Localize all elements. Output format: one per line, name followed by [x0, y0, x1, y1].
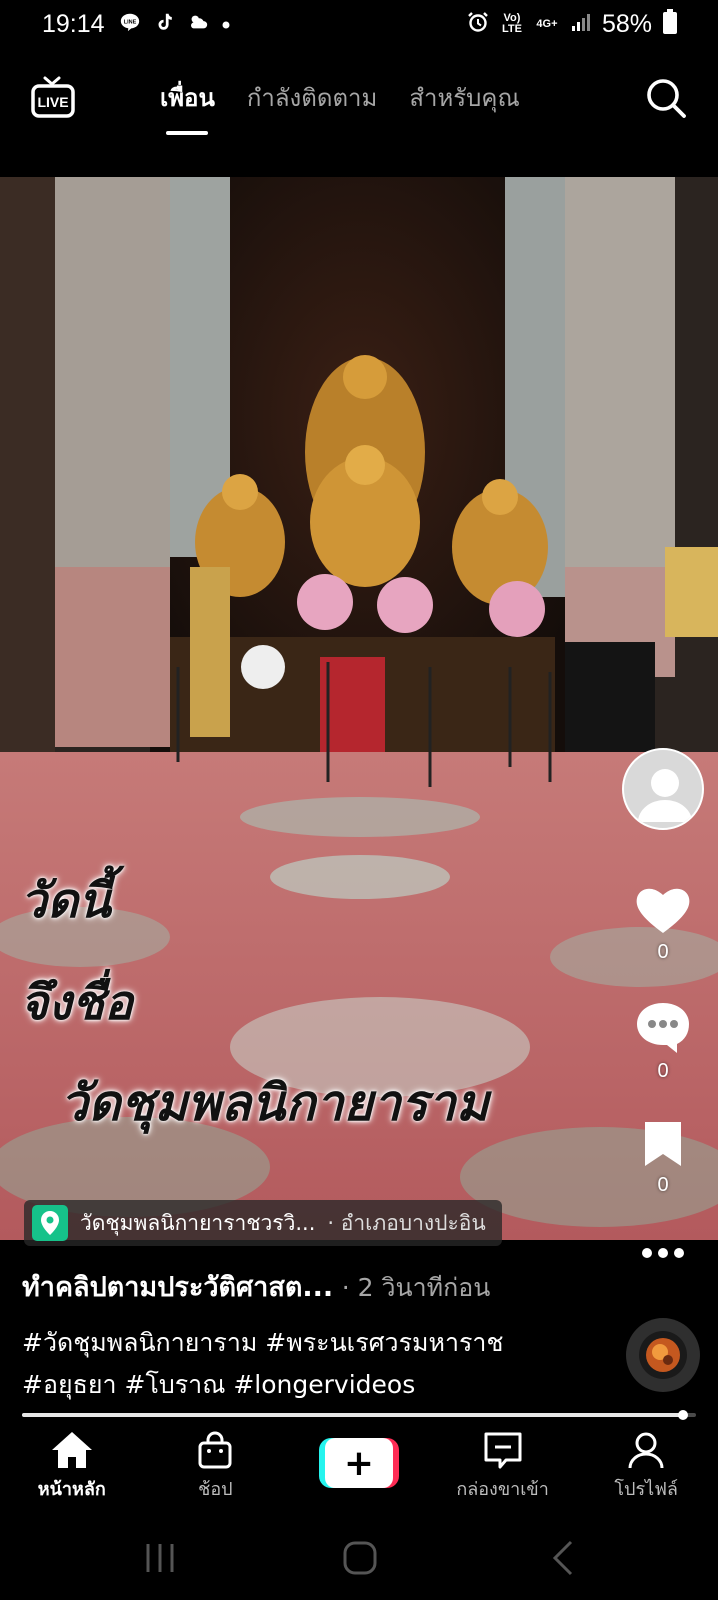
home-system-button[interactable] — [340, 1538, 380, 1578]
profile-icon — [628, 1432, 664, 1469]
caption-header: ทำคลิปตามประวัติศาสต... · 2 วินาทีก่อน — [22, 1265, 490, 1308]
tab-profile[interactable]: โปรไฟล์ — [574, 1420, 718, 1520]
like-count: 0 — [657, 941, 669, 963]
music-cover-icon — [639, 1331, 687, 1379]
creator-avatar[interactable] — [622, 748, 704, 830]
live-tv-icon: LIVE — [31, 76, 75, 118]
svg-text:LIVE: LIVE — [37, 94, 68, 110]
back-button[interactable] — [545, 1538, 585, 1578]
video-progress-bar[interactable] — [22, 1410, 696, 1420]
post-time: · 2 วินาทีก่อน — [341, 1273, 491, 1302]
more-options-button[interactable] — [638, 1238, 688, 1268]
system-nav-bar — [0, 1530, 718, 1590]
live-button[interactable]: LIVE — [30, 74, 76, 120]
inbox-icon — [484, 1432, 522, 1469]
overlay-line: จึงชื่อ — [20, 975, 133, 1031]
search-icon — [647, 79, 686, 118]
bookmark-button[interactable]: 0 — [622, 1120, 704, 1197]
location-pin-icon — [32, 1205, 68, 1241]
video-player[interactable]: วัดนี้ จึงชื่อ วัดชุมพลนิกายาราม — [0, 177, 718, 1240]
battery-percent: 58% — [601, 9, 652, 38]
location-district: · อำเภอบางปะอิน — [327, 1210, 486, 1235]
comment-icon — [637, 1003, 689, 1053]
location-tag[interactable]: วัดชุมพลนิกายาราชวรวิ... · อำเภอบางปะอิน — [24, 1200, 502, 1246]
tab-for-you[interactable]: สำหรับคุณ — [409, 78, 519, 135]
4g-icon: 4G+ — [536, 17, 558, 30]
create-plus-icon: + — [318, 1438, 399, 1488]
hashtag-line[interactable]: #วัดชุมพลนิกายาราม #พระนเรศวรมหาราช — [22, 1322, 602, 1364]
system-status-icons: Vo) LTE 4G+ 58% — [466, 8, 678, 40]
svg-text:LINE: LINE — [123, 19, 136, 25]
top-nav: LIVE เพื่อน กำลังติดตาม สำหรับคุณ — [0, 60, 718, 140]
weather-icon — [187, 11, 209, 37]
status-time: 19:14 — [42, 9, 105, 38]
tiktok-icon — [153, 11, 175, 37]
recent-apps-button[interactable] — [140, 1538, 180, 1578]
line-icon: LINE — [119, 11, 141, 37]
progress-fill — [22, 1413, 683, 1417]
tab-shop[interactable]: ช้อป — [144, 1420, 288, 1520]
overlay-line: วัดชุมพลนิกายาราม — [60, 1074, 489, 1132]
heart-icon — [636, 888, 690, 933]
volte-icon: Vo) LTE — [501, 12, 522, 35]
notification-icons: LINE — [119, 11, 231, 37]
feed-tabs: เพื่อน กำลังติดตาม สำหรับคุณ — [160, 78, 520, 135]
music-disc-button[interactable] — [626, 1318, 700, 1392]
bookmark-count: 0 — [657, 1174, 669, 1196]
recent-apps-icon — [146, 1544, 174, 1572]
battery-icon — [662, 8, 678, 40]
more-dots-icon — [642, 1248, 684, 1258]
like-button[interactable]: 0 — [622, 885, 704, 964]
overlay-line: วัดนี้ — [20, 873, 111, 929]
signal-icon — [570, 11, 592, 38]
shop-bag-icon — [198, 1431, 232, 1469]
progress-thumb[interactable] — [677, 1410, 688, 1420]
comment-count: 0 — [657, 1060, 669, 1082]
home-square-icon — [343, 1541, 377, 1575]
status-bar: 19:14 LINE Vo) LTE 4G+ 58% — [0, 0, 718, 48]
tab-inbox-label: กล่องขาเข้า — [456, 1479, 549, 1500]
tab-home[interactable]: หน้าหลัก — [0, 1420, 144, 1520]
caption-hashtags: #วัดชุมพลนิกายาราม #พระนเรศวรมหาราช #อยุ… — [22, 1322, 602, 1406]
tab-following[interactable]: กำลังติดตาม — [247, 78, 378, 135]
tab-create[interactable]: + — [287, 1420, 431, 1520]
comment-button[interactable]: 0 — [622, 1000, 704, 1083]
tab-friends[interactable]: เพื่อน — [160, 78, 215, 135]
tab-home-label: หน้าหลัก — [37, 1479, 106, 1500]
dot-icon — [221, 15, 231, 34]
tab-shop-label: ช้อป — [198, 1479, 233, 1500]
location-place: วัดชุมพลนิกายาราชวรวิ... — [80, 1210, 316, 1235]
hashtag-line[interactable]: #อยุธยา #โบราณ #longervideos — [22, 1364, 602, 1406]
back-chevron-icon — [552, 1540, 573, 1576]
alarm-icon — [466, 10, 490, 39]
author-name[interactable]: ทำคลิปตามประวัติศาสต... — [22, 1272, 333, 1303]
home-icon — [51, 1432, 92, 1468]
tab-inbox[interactable]: กล่องขาเข้า — [431, 1420, 575, 1520]
bottom-tab-bar: หน้าหลัก ช้อป + กล่องขาเข้า โปรไฟล์ — [0, 1420, 718, 1520]
search-button[interactable] — [644, 76, 688, 120]
bookmark-icon — [645, 1122, 681, 1166]
tab-profile-label: โปรไฟล์ — [614, 1479, 678, 1500]
